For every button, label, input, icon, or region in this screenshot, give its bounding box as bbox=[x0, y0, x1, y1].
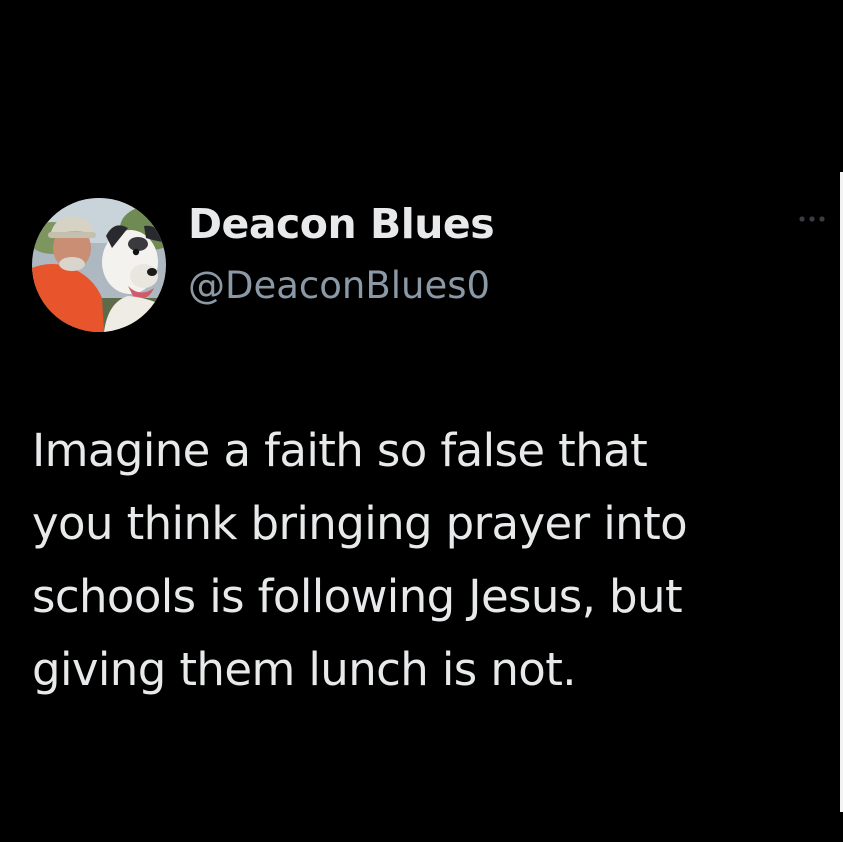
tweet-text-line: you think bringing prayer into bbox=[32, 497, 688, 550]
avatar-photo bbox=[32, 198, 166, 332]
more-options-button[interactable] bbox=[794, 204, 834, 234]
more-horizontal-icon bbox=[799, 216, 825, 222]
tweet: Deacon Blues @DeaconBlues0 Imagine a fai… bbox=[0, 0, 843, 842]
avatar[interactable] bbox=[32, 198, 166, 332]
tweet-text-line: schools is following Jesus, but bbox=[32, 570, 683, 623]
tweet-text: Imagine a faith so false that you think … bbox=[32, 414, 822, 706]
author-display-name[interactable]: Deacon Blues bbox=[188, 198, 495, 250]
author-handle[interactable]: @DeaconBlues0 bbox=[188, 262, 490, 310]
tweet-text-line: Imagine a faith so false that bbox=[32, 424, 648, 477]
tweet-text-line: giving them lunch is not. bbox=[32, 643, 577, 696]
